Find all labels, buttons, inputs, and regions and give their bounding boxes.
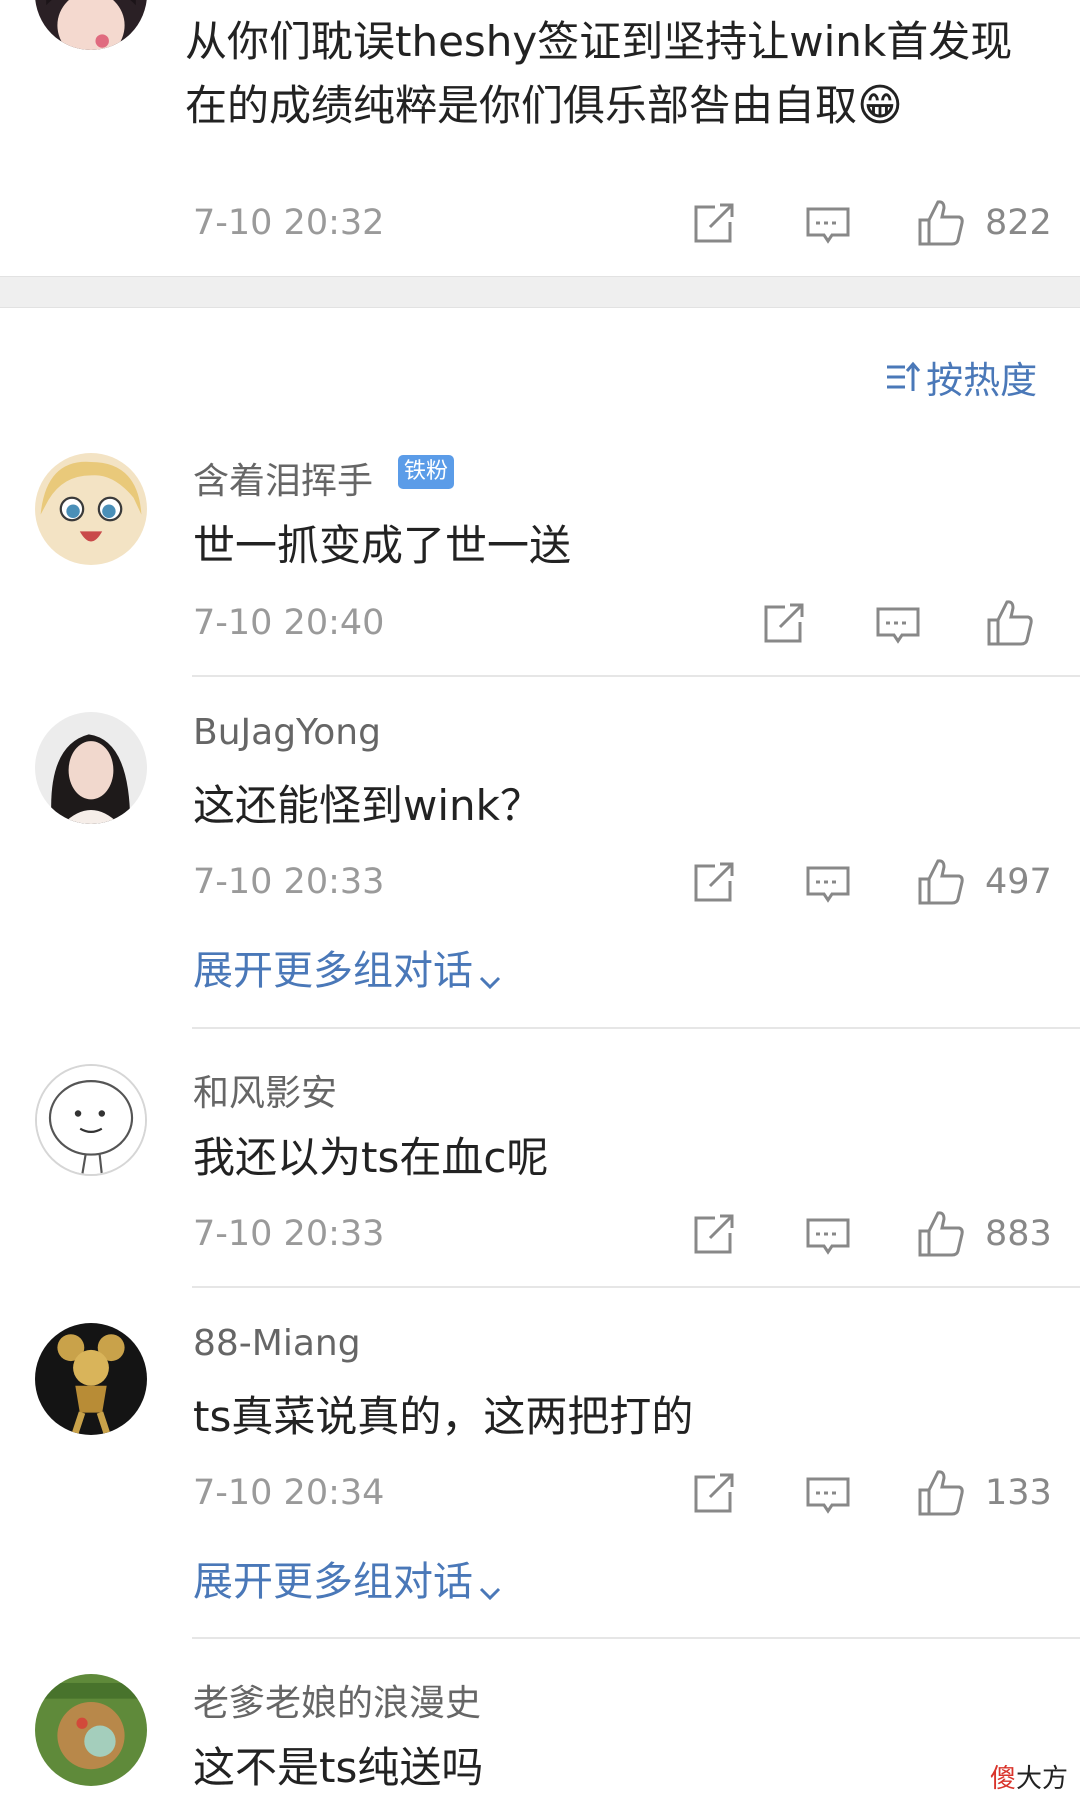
watermark: 傻大方 (990, 1764, 1069, 1794)
sort-toggle[interactable]: 按热度 (885, 350, 1037, 402)
like-icon[interactable] (916, 198, 966, 248)
comment-text: 我还以为ts在血c呢 (193, 1133, 549, 1182)
timestamp: 7-10 20:34 (193, 1473, 385, 1513)
comment-divider (192, 1027, 1080, 1029)
section-separator (0, 276, 1080, 308)
grin-emoji-icon: 😁 (857, 80, 903, 131)
comment-divider (192, 675, 1080, 677)
expand-replies-link[interactable]: 展开更多组对话 (193, 1549, 503, 1607)
comment-icon[interactable] (805, 862, 851, 908)
share-icon[interactable] (690, 860, 736, 906)
like-count: 133 (985, 1473, 1052, 1513)
username[interactable]: BuJagYong (193, 712, 381, 753)
avatar[interactable] (35, 453, 147, 565)
username[interactable]: 和风影安 (193, 1064, 337, 1116)
comment-text: 这还能怪到wink？ (193, 781, 542, 830)
chevron-down-icon (477, 1571, 503, 1601)
like-count: 822 (985, 203, 1052, 243)
like-icon[interactable] (916, 857, 966, 907)
sort-icon (885, 359, 921, 395)
fan-badge: 铁粉 (398, 455, 455, 489)
comment-divider (192, 1637, 1080, 1639)
comment-text: 世一抓变成了世一送 (193, 521, 572, 570)
expand-replies-link[interactable]: 展开更多组对话 (193, 938, 503, 996)
chevron-down-icon (477, 960, 503, 990)
avatar[interactable] (35, 1323, 147, 1435)
comment-icon[interactable] (805, 1473, 851, 1519)
sort-label: 按热度 (926, 359, 1038, 402)
like-count: 883 (985, 1214, 1052, 1254)
comment-text: 这不是ts纯送吗 (193, 1743, 484, 1792)
avatar[interactable] (35, 712, 147, 824)
comment-divider (192, 1286, 1080, 1288)
timestamp: 7-10 20:33 (193, 862, 385, 902)
comment-text: 从你们耽误theshy签证到坚持让wink首发现 (185, 17, 1013, 66)
like-icon[interactable] (916, 1468, 966, 1518)
timestamp: 7-10 20:33 (193, 1214, 385, 1254)
comment-text: ts真菜说真的，这两把打的 (193, 1392, 694, 1441)
timestamp: 7-10 20:32 (193, 203, 385, 243)
like-count: 497 (985, 862, 1052, 902)
comment-text: 在的成绩纯粹是你们俱乐部咎由自取😁 (185, 80, 903, 131)
share-icon[interactable] (690, 1212, 736, 1258)
avatar[interactable] (35, 1064, 147, 1176)
username[interactable]: 老爹老娘的浪漫史 (193, 1674, 481, 1726)
avatar[interactable] (35, 1674, 147, 1786)
share-icon[interactable] (760, 601, 806, 647)
comment-icon[interactable] (805, 203, 851, 249)
avatar[interactable] (35, 0, 147, 50)
username[interactable]: 88-Miang (193, 1323, 361, 1364)
username[interactable]: 含着泪挥手 (193, 452, 373, 504)
comment-icon[interactable] (875, 603, 921, 649)
like-icon[interactable] (916, 1209, 966, 1259)
timestamp: 7-10 20:40 (193, 603, 385, 643)
share-icon[interactable] (690, 1471, 736, 1517)
like-icon[interactable] (985, 598, 1035, 648)
share-icon[interactable] (690, 201, 736, 247)
comment-icon[interactable] (805, 1214, 851, 1260)
